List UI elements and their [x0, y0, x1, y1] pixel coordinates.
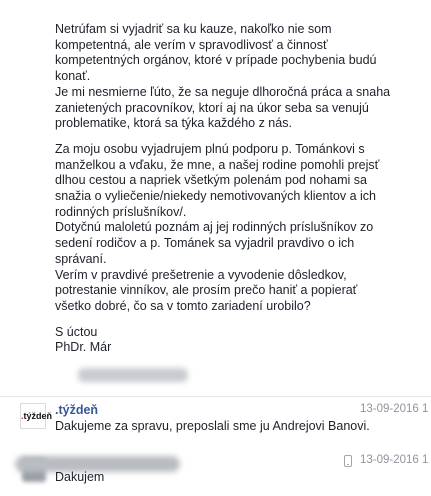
divider	[0, 396, 431, 397]
message-line: Dotyčnú maloletú poznám aj jej rodinných…	[55, 220, 374, 235]
comment-text: Dakujem	[55, 470, 105, 484]
comment-timestamp[interactable]: 13-09-2016 1	[360, 403, 428, 415]
signature-line: PhDr. Már	[55, 340, 112, 355]
phone-icon	[344, 455, 352, 467]
tyzden-avatar[interactable]: .týždeň	[20, 403, 52, 429]
closing-line: S úctou	[55, 324, 98, 339]
message-line: Je mi nesmierne ľúto, že sa neguje dlhor…	[55, 84, 391, 99]
message-line: rodinných príslušníkov/.	[55, 204, 187, 219]
message-line: potrestanie vinníkov, ale prosím prečo h…	[55, 283, 358, 298]
message-line: Verím v pravdivé prešetrenie a vyvodenie…	[55, 267, 347, 282]
message-line: kompetentných orgánov, ktoré v prípade p…	[55, 53, 377, 68]
message-line: všetko dobré, čo sa v tomto zariadení ur…	[55, 298, 311, 313]
redacted-name	[78, 368, 188, 382]
message-line: správaní.	[55, 251, 107, 266]
message-body: Netrúfam si vyjadriť sa ku kauze, nakoľk…	[55, 22, 427, 356]
message-line: dlhou cestou a napriek všetkým polenám p…	[55, 173, 367, 188]
message-line: zanietených pracovníkov, ktorí aj na úko…	[55, 100, 369, 115]
message-line: Netrúfam si vyjadriť sa ku kauze, nakoľk…	[55, 22, 332, 36]
comment-timestamp[interactable]: 13-09-2016 1	[360, 454, 428, 466]
comment-author[interactable]: .týždeň	[55, 403, 98, 417]
message-line: problematike, ktorá sa týka každého z ná…	[55, 116, 292, 131]
message-line: sedení rodičov a p. Tománek sa vyjadril …	[55, 236, 355, 251]
message-line: snažia o vyliečenie/niekedy nemotivovaný…	[55, 189, 377, 204]
message-line: manželkou a vďaku, že mne, a našej rodin…	[55, 157, 380, 172]
comment-text: Dakujeme za spravu, preposlali sme ju An…	[55, 419, 370, 433]
message-line: konať.	[55, 69, 91, 84]
message-line: Za moju osobu vyjadrujem plnú podporu p.…	[55, 141, 365, 156]
logo-text: týždeň	[23, 411, 53, 421]
message-line: kompetentná, ale verím v spravodlivosť a…	[55, 37, 328, 52]
